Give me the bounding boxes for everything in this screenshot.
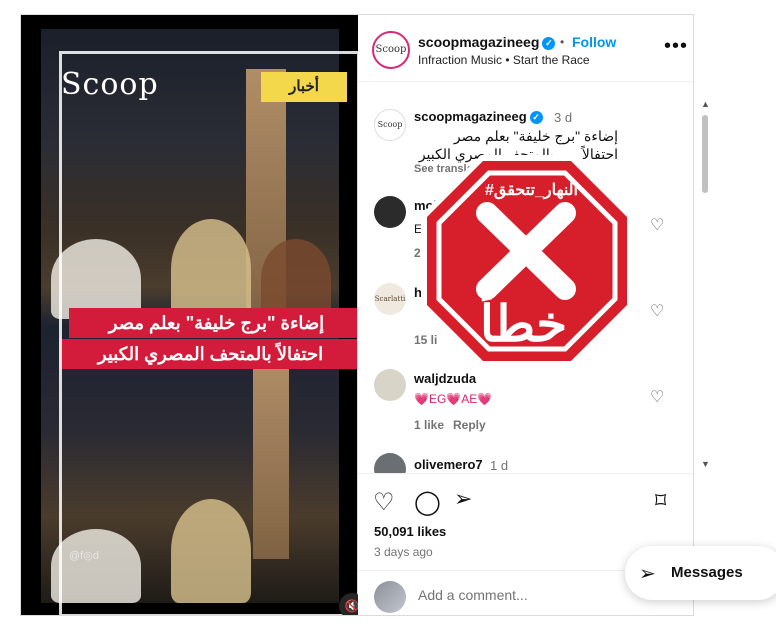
verified-icon: ✓ [542, 36, 556, 50]
audio-subtitle[interactable]: Infraction Music • Start the Race [418, 53, 590, 67]
caption-username[interactable]: scoopmagazineeg ✓ [414, 109, 543, 125]
watermark: @f◎d [69, 550, 99, 562]
comment-avatar[interactable]: Scarlatti [374, 283, 406, 315]
more-options-icon[interactable]: ••• [664, 35, 688, 58]
post-header: Scoop scoopmagazineeg ✓ • Follow Infracti… [358, 15, 693, 82]
like-icon[interactable]: ♡ [373, 488, 395, 517]
like-comment-icon[interactable]: ♡ [650, 390, 666, 406]
caption-time: 3 d [554, 110, 573, 125]
viewer-avatar [374, 581, 406, 613]
follow-button[interactable]: Follow [572, 34, 616, 50]
comment-avatar[interactable] [374, 196, 406, 228]
like-comment-icon[interactable]: ♡ [650, 218, 666, 234]
scroll-up-icon[interactable]: ▲ [701, 99, 710, 109]
caption-avatar[interactable]: Scoop [374, 109, 406, 141]
like-comment-icon[interactable]: ♡ [650, 304, 666, 320]
post-media[interactable]: Scoop أخبار إضاءة "برج خليفة" بعلم مصر ا… [21, 15, 358, 615]
paper-plane-icon: ➢ [639, 563, 656, 585]
mute-icon[interactable]: 🔇 [339, 593, 358, 615]
author-avatar[interactable]: Scoop [372, 31, 410, 69]
comment-icon[interactable]: ◯ [414, 488, 441, 517]
comments-scrollbar[interactable]: ▲ ▼ [701, 99, 710, 473]
author-username[interactable]: scoopmagazineeg ✓ [418, 34, 556, 50]
save-icon[interactable]: ⌑ [655, 488, 666, 514]
comment-likes[interactable]: 1 like [414, 418, 444, 432]
comment-avatar[interactable] [374, 453, 406, 473]
news-tag: أخبار [261, 72, 347, 102]
comment-avatar[interactable] [374, 369, 406, 401]
comment-time: 1 d [490, 458, 509, 473]
comment-username[interactable]: olivemero7 [414, 457, 483, 472]
messages-label: Messages [671, 564, 743, 581]
comment-username[interactable]: waljdzuda [414, 371, 476, 386]
separator-dot: • [560, 35, 565, 49]
comment-text: 💗EG💗AE💗 [414, 392, 493, 406]
reply-button[interactable]: Reply [453, 418, 486, 432]
verified-icon: ✓ [529, 111, 543, 125]
scoop-logo: Scoop [61, 67, 159, 102]
messages-button[interactable]: ➢ Messages [625, 546, 776, 600]
video-caption-line1: إضاءة "برج خليفة" بعلم مصر [69, 308, 358, 338]
scroll-down-icon[interactable]: ▼ [701, 459, 710, 469]
video-caption-line2: احتفالاً بالمتحف المصري الكبير [59, 339, 358, 369]
add-comment-input[interactable]: Add a comment... [418, 587, 528, 603]
share-icon[interactable]: ➢ [454, 486, 472, 512]
stamp-word: خطأ [480, 296, 568, 352]
post-age: 3 days ago [374, 545, 433, 559]
likes-count[interactable]: 50,091 likes [374, 524, 446, 539]
scroll-thumb[interactable] [702, 115, 708, 193]
stamp-hashtag: #النهار_تتحقق [485, 182, 578, 199]
